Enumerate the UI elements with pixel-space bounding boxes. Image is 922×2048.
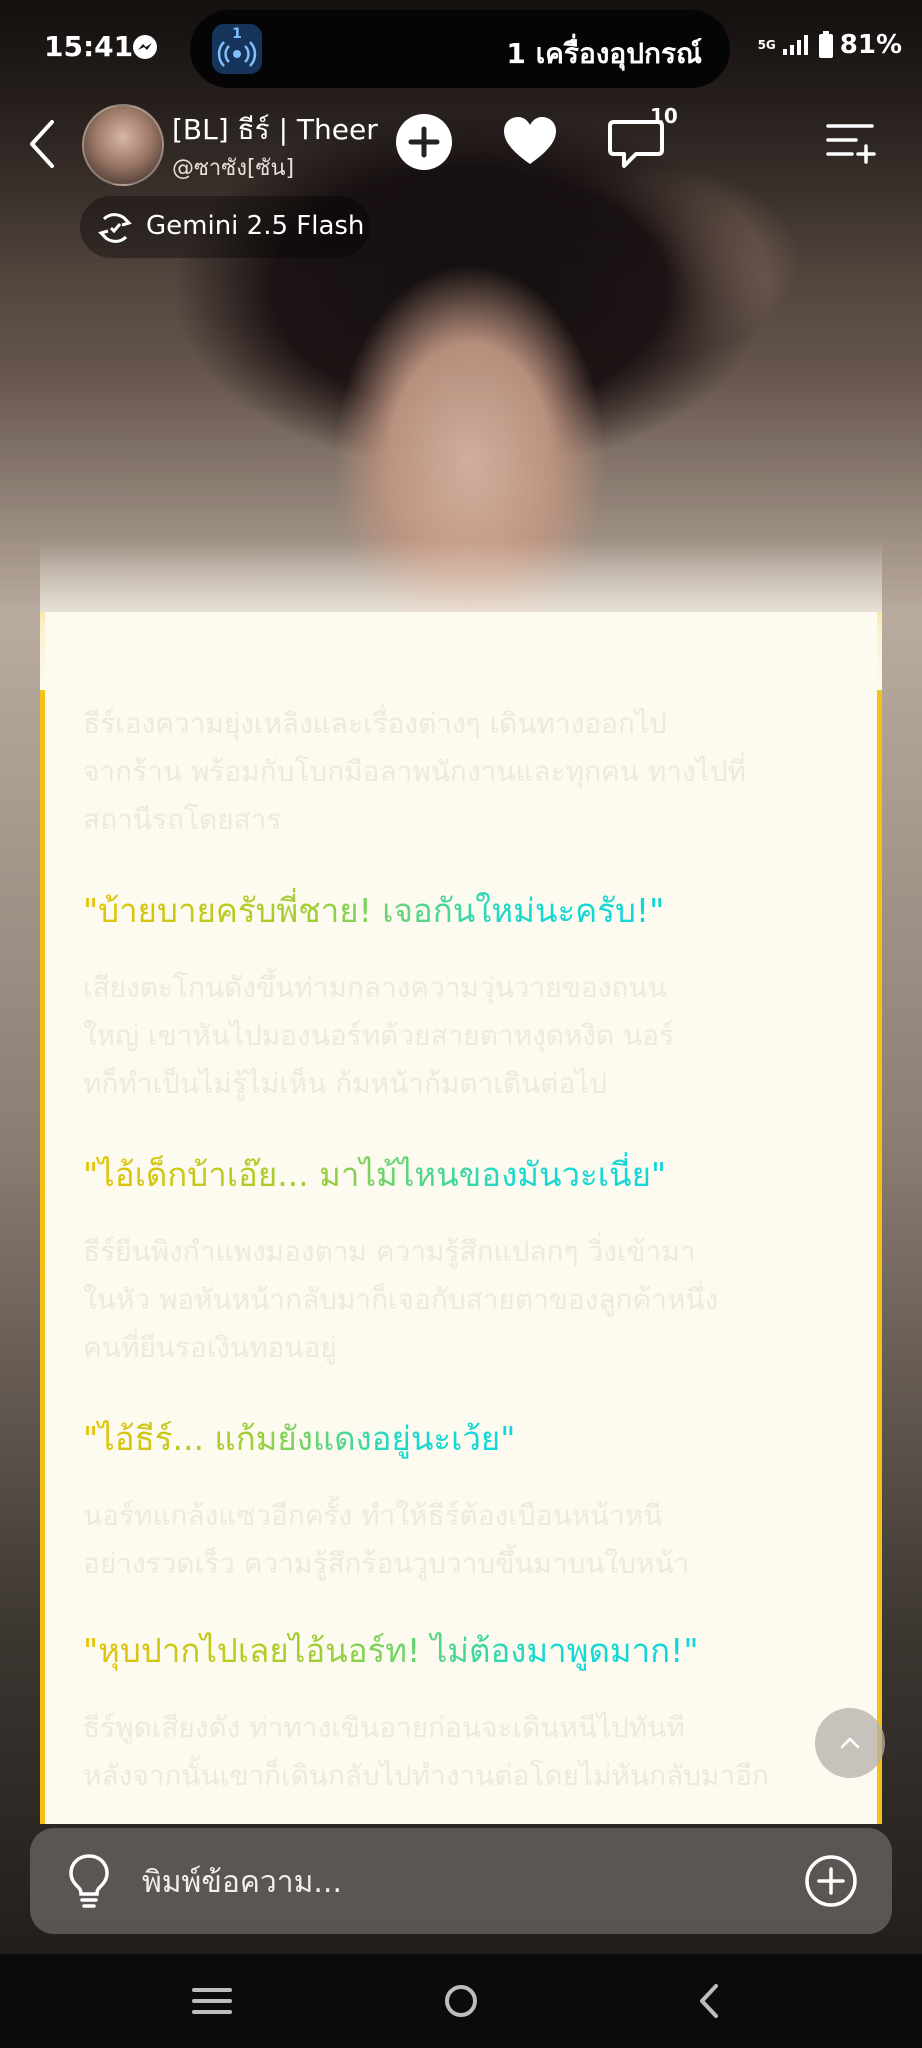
menu-list-icon[interactable] xyxy=(822,112,882,172)
messenger-icon xyxy=(133,35,157,59)
add-attachment-button[interactable] xyxy=(804,1854,858,1908)
dialogue-text: "ไอ้เด็กบ้าเอ๊ย... มาไม้ไหนของมันวะเนี่ย… xyxy=(83,1148,666,1201)
comment-count-badge: 10 xyxy=(650,104,678,128)
character-name[interactable]: [BL] ธีร์ | Theer xyxy=(172,108,378,152)
scroll-to-top-button[interactable] xyxy=(815,1708,885,1778)
lightbulb-suggestion-icon[interactable] xyxy=(62,1852,116,1910)
creator-handle[interactable]: @ซาซัง[ซัน] xyxy=(172,150,294,185)
status-bar: 15:41 1 1 เครื่องอุปกรณ์ 5G 81% xyxy=(0,0,922,100)
narration-text: เสียงตะโกนดังขึ้นท่ามกลางความวุ่นวายของถ… xyxy=(83,971,675,1100)
back-button[interactable] xyxy=(24,118,60,170)
recent-apps-button[interactable] xyxy=(182,1978,242,2024)
refresh-model-icon xyxy=(98,213,132,243)
home-button[interactable] xyxy=(431,1978,491,2024)
chevron-up-icon xyxy=(840,1737,860,1749)
model-name: Gemini 2.5 Flash xyxy=(146,211,365,241)
island-device-text: 1 เครื่องอุปกรณ์ xyxy=(506,37,702,70)
system-icons: 5G 81% xyxy=(758,30,902,60)
broadcast-icon: 1 xyxy=(212,24,262,74)
narration-text: ธีร์เองความยุ่งเหลิงและเรื่องต่างๆ เดินท… xyxy=(83,707,746,836)
network-label: 5G xyxy=(757,38,776,52)
like-heart-button[interactable] xyxy=(500,112,560,172)
battery-icon xyxy=(818,31,833,58)
narration-text: ธีร์ยืนพิงกำแพงมองตาม ความรู้สึกแปลกๆ วิ… xyxy=(83,1235,719,1364)
signal-icon xyxy=(782,35,808,55)
narration-text: ธีร์พูดเสียงดัง ท่าทางเขินอายก่อนจะเดินห… xyxy=(83,1711,769,1792)
dynamic-island[interactable]: 1 1 เครื่องอุปกรณ์ xyxy=(190,10,730,88)
narration-text: นอร์ทแกล้งแซวอีกครั้ง ทำให้ธีร์ต้องเบือน… xyxy=(83,1499,690,1580)
follow-plus-button[interactable] xyxy=(394,112,454,172)
message-panel[interactable]: ธีร์เองความยุ่งเหลิงและเรื่องต่างๆ เดินท… xyxy=(40,612,882,1824)
dialogue-text: "บ้ายบายครับพี่ชาย! เจอกันใหม่นะครับ!" xyxy=(83,884,664,937)
model-selector-chip[interactable]: Gemini 2.5 Flash xyxy=(80,196,370,258)
message-input-bar xyxy=(30,1828,892,1934)
system-back-button[interactable] xyxy=(680,1978,740,2024)
status-time: 15:41 xyxy=(44,30,134,63)
panel-top-fade xyxy=(40,540,882,690)
dialogue-text: "หุบปากไปเลยไอ้นอร์ท! ไม่ต้องมาพูดมาก!" xyxy=(83,1624,699,1677)
system-navigation-bar xyxy=(0,1954,922,2048)
dialogue-text: "ไอ้ธีร์... แก้มยังแดงอยู่นะเว้ย" xyxy=(83,1412,515,1465)
character-avatar[interactable] xyxy=(82,104,164,186)
message-input[interactable] xyxy=(140,1854,804,1910)
battery-percentage: 81% xyxy=(839,30,902,60)
